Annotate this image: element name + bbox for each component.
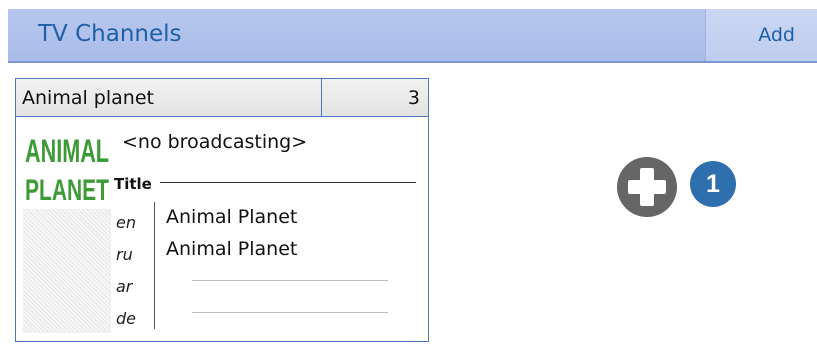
title-divider (160, 182, 416, 183)
logo-line-2: PLANET (25, 174, 109, 206)
title-value-ar[interactable] (192, 280, 388, 281)
logo-line-1: ANIMAL (25, 133, 109, 169)
lang-code-de: de (116, 309, 136, 328)
lang-code-ar: ar (116, 277, 133, 296)
step-number-badge: 1 (690, 161, 736, 207)
channel-name: Animal planet (16, 79, 322, 116)
page-header: TV Channels Add (8, 9, 817, 63)
page-title: TV Channels (38, 21, 182, 47)
broadcast-status: <no broadcasting> (122, 131, 308, 153)
lang-code-ru: ru (116, 245, 133, 264)
add-button[interactable]: Add (705, 9, 817, 61)
channel-card[interactable]: Animal planet 3 ANIMAL PLANET <no broadc… (15, 78, 429, 342)
plus-circle-icon[interactable] (616, 156, 678, 218)
channel-card-header: Animal planet 3 (16, 79, 428, 117)
lang-code-en: en (116, 213, 136, 232)
title-value-de[interactable] (192, 312, 388, 313)
title-value-en[interactable]: Animal Planet (166, 206, 297, 228)
animal-planet-logo: ANIMAL PLANET (23, 126, 111, 206)
channel-count: 3 (407, 87, 420, 109)
title-section-label: Title (114, 175, 152, 193)
title-value-ru[interactable]: Animal Planet (166, 238, 297, 260)
lang-column-divider (154, 202, 155, 329)
logo-placeholder (23, 209, 111, 333)
